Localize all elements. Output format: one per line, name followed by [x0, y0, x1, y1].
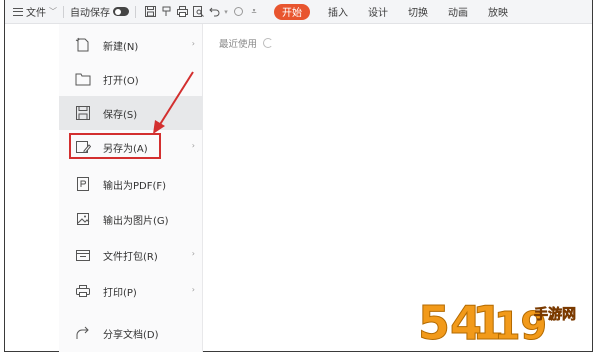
redo-icon[interactable] [230, 0, 246, 24]
undo-icon[interactable] [206, 0, 222, 24]
menu-item-label: 打印(P) [103, 287, 137, 299]
autosave-toggle[interactable]: 自动保存 [70, 0, 129, 24]
toolbar-divider [135, 5, 136, 18]
save-icon[interactable] [142, 0, 158, 24]
file-menu-label: 文件 [26, 8, 46, 19]
customize-toolbar-icon[interactable]: ⩡ [246, 0, 262, 24]
refresh-icon[interactable] [263, 38, 274, 48]
package-icon [73, 245, 93, 265]
chevron-right-icon: › [191, 141, 195, 150]
toolbar-divider [63, 5, 64, 18]
export-pdf-icon [73, 174, 93, 194]
chevron-right-icon: › [191, 39, 195, 48]
top-toolbar: 文件 ﹀ 自动保存 ▾ ⩡ 开始 插入 设计 切换 动画 放映 [5, 0, 592, 24]
menu-item-export-pdf[interactable]: 输出为PDF(F) [59, 167, 203, 201]
print-icon [73, 281, 93, 301]
annotation-arrow [153, 71, 194, 134]
site-watermark-logo: 54 1 19 手游网 [418, 296, 577, 350]
new-icon [73, 35, 93, 55]
tab-insert[interactable]: 插入 [318, 4, 358, 19]
menu-item-label: 输出为PDF(F) [103, 180, 167, 192]
chevron-down-icon: ﹀ [49, 7, 57, 16]
menu-item-label: 保存(S) [103, 109, 138, 121]
hamburger-icon [13, 7, 23, 16]
recent-files-header: 最近使用 [219, 36, 274, 50]
toggle-switch-icon [113, 7, 129, 16]
autosave-label: 自动保存 [70, 8, 110, 19]
tab-transition[interactable]: 切换 [398, 4, 438, 19]
chevron-right-icon: › [191, 249, 195, 258]
menu-item-label: 打开(O) [103, 75, 139, 87]
tab-animation[interactable]: 动画 [438, 4, 478, 19]
menu-item-label: 输出为图片(G) [103, 215, 169, 227]
share-icon [73, 323, 93, 343]
menu-item-new[interactable]: 新建(N) › [59, 28, 203, 62]
svg-text:手游网: 手游网 [534, 306, 576, 323]
menu-item-export-image[interactable]: 输出为图片(G) [59, 202, 203, 236]
chevron-right-icon: › [191, 285, 195, 294]
app-window: 文件 ﹀ 自动保存 ▾ ⩡ 开始 插入 设计 切换 动画 放映 新建(N) › … [4, 0, 593, 352]
save-icon [73, 103, 93, 123]
file-menu-button[interactable]: 文件 ﹀ [5, 0, 57, 24]
format-painter-icon[interactable] [158, 0, 174, 24]
print-preview-icon[interactable] [190, 0, 206, 24]
printer-icon[interactable] [174, 0, 190, 24]
open-folder-icon [73, 69, 93, 89]
tab-design[interactable]: 设计 [358, 4, 398, 19]
menu-item-label: 分享文档(D) [103, 329, 159, 341]
tab-start[interactable]: 开始 [274, 3, 310, 20]
export-image-icon [73, 209, 93, 229]
menu-item-label: 文件打包(R) [103, 251, 158, 263]
recent-label: 最近使用 [219, 39, 258, 50]
chevron-down-icon[interactable]: ▾ [222, 0, 230, 24]
menu-item-label: 新建(N) [103, 41, 139, 53]
tab-slideshow[interactable]: 放映 [478, 4, 518, 19]
menu-item-print[interactable]: 打印(P) › [59, 274, 203, 308]
menu-item-share[interactable]: 分享文档(D) [59, 316, 203, 350]
menu-item-package[interactable]: 文件打包(R) › [59, 238, 203, 272]
